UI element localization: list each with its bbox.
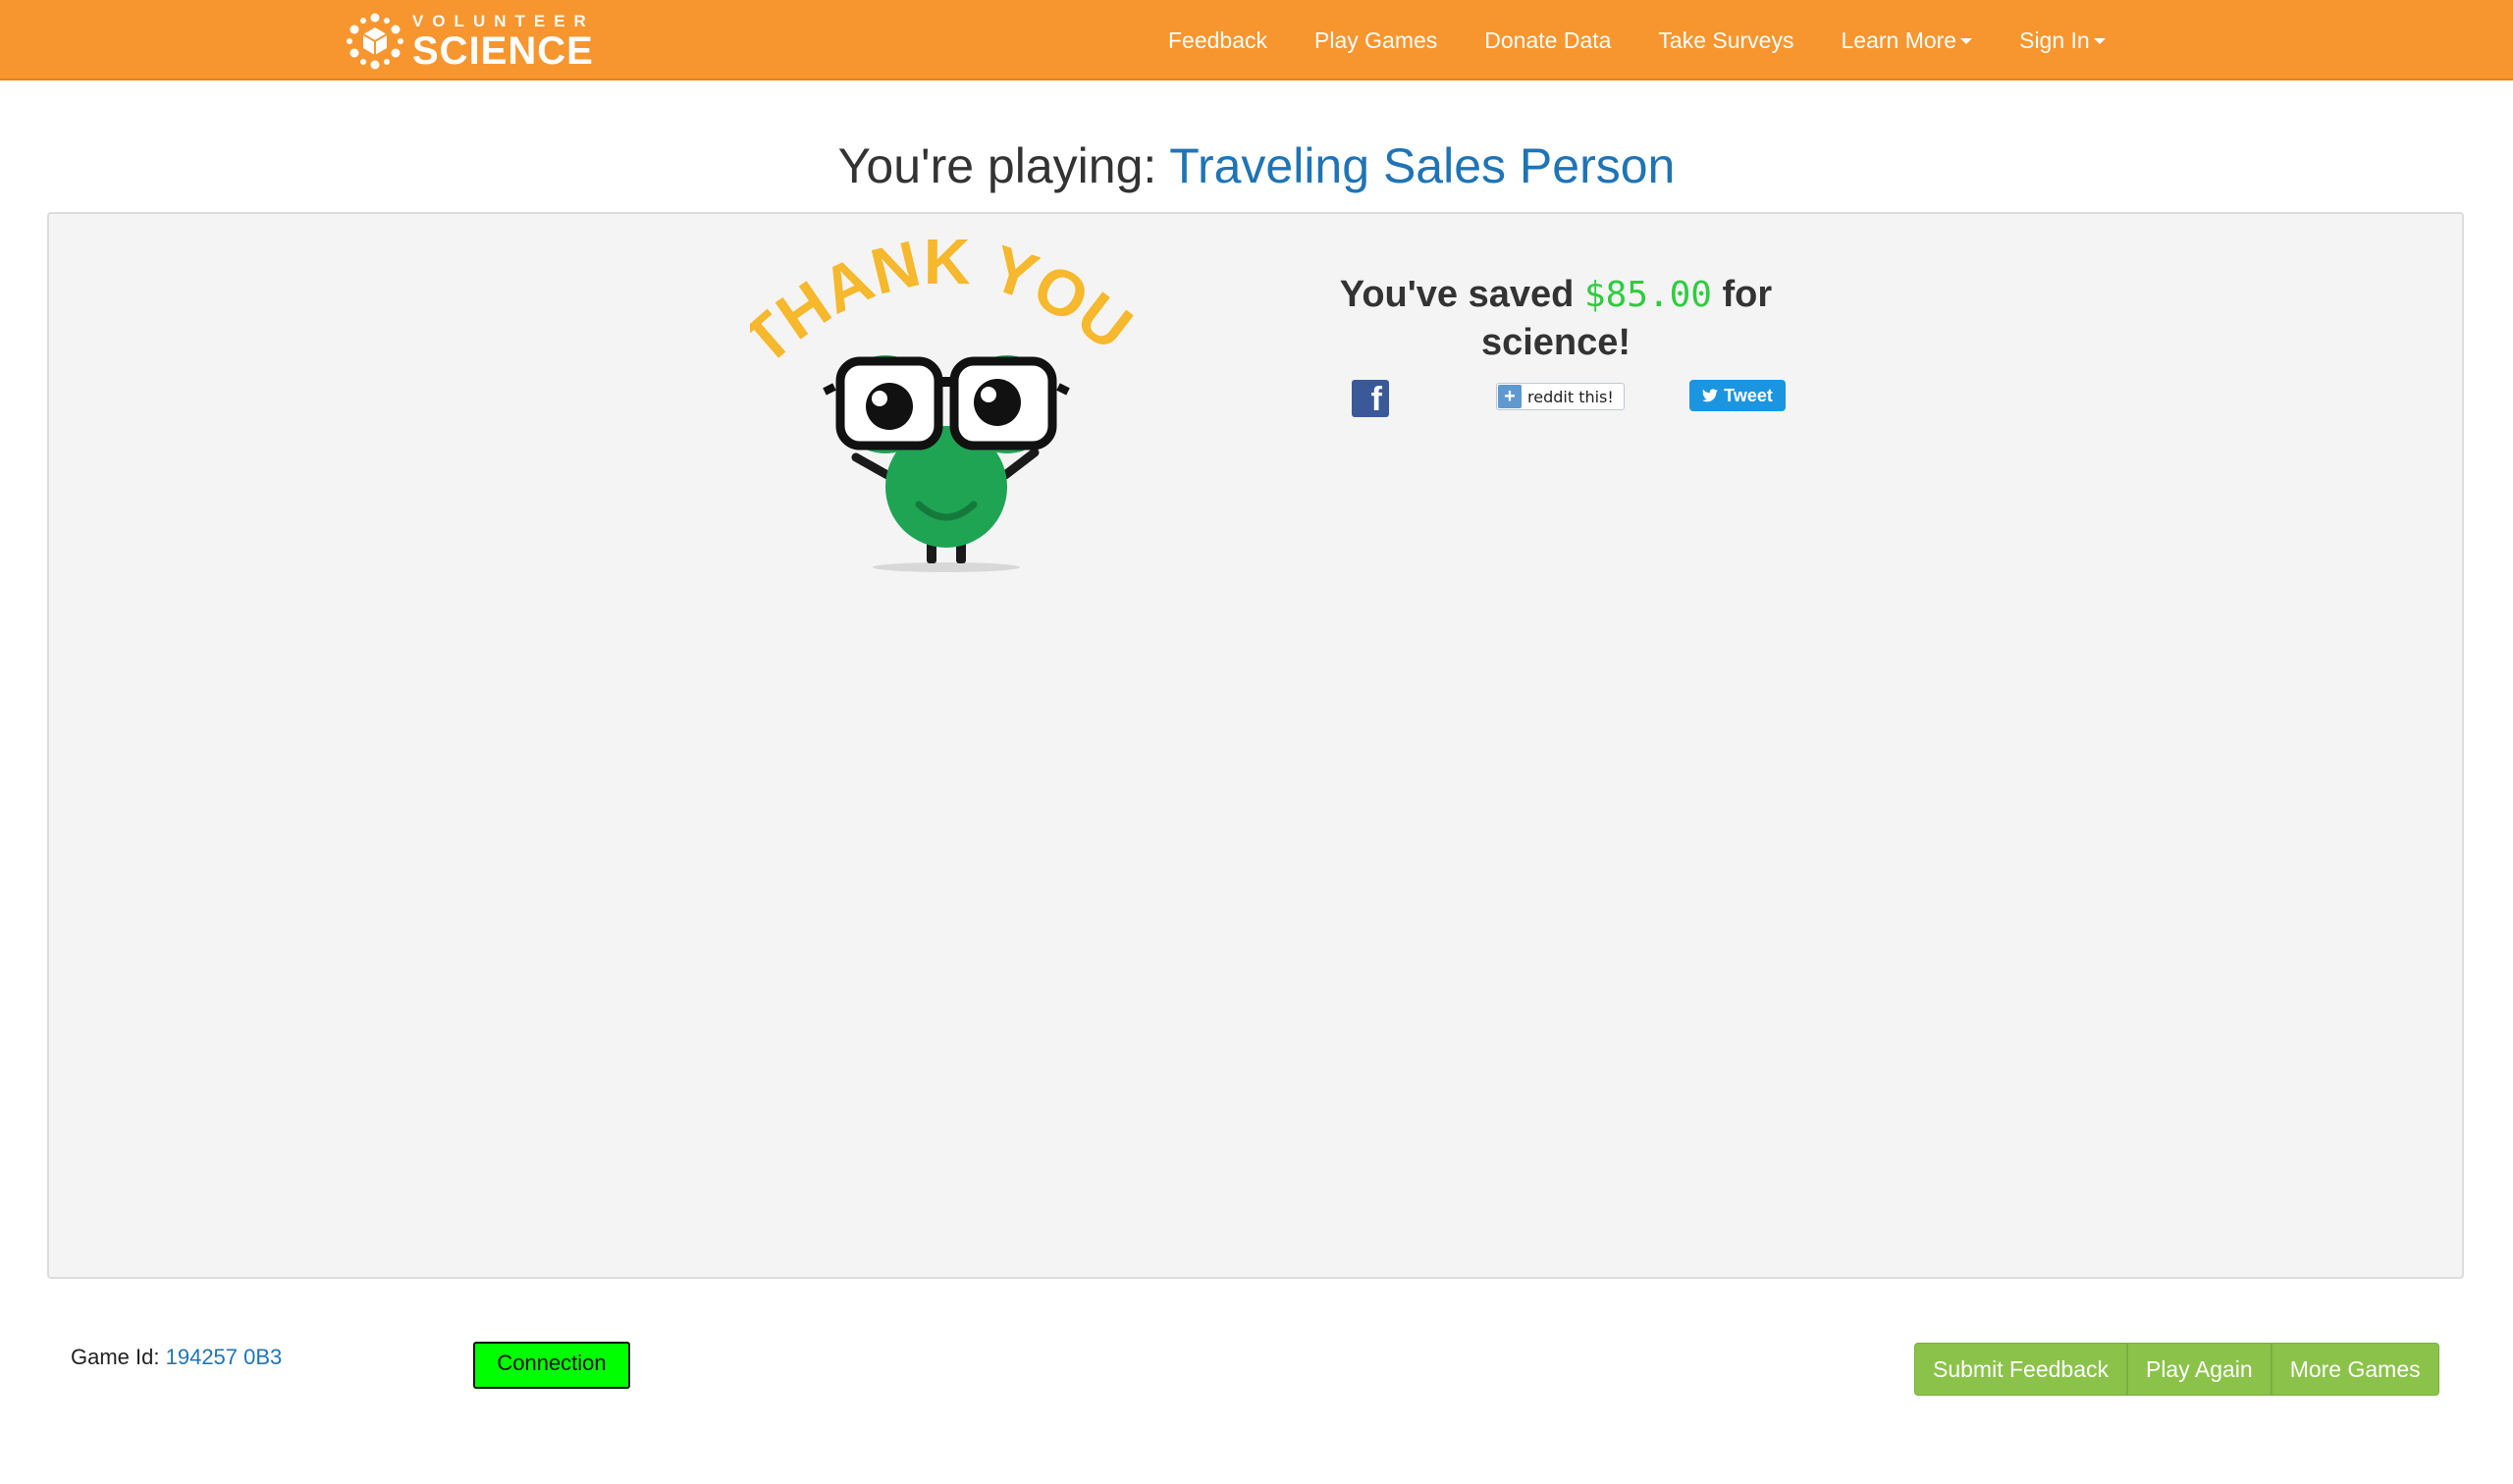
action-button-group: Submit Feedback Play Again More Games: [1914, 1343, 2439, 1396]
game-panel: [47, 212, 2464, 1279]
submit-feedback-button[interactable]: Submit Feedback: [1914, 1343, 2127, 1396]
nav-take-surveys[interactable]: Take Surveys: [1658, 27, 1793, 54]
game-id-label: Game Id:: [71, 1345, 160, 1369]
nav-feedback[interactable]: Feedback: [1168, 27, 1267, 54]
savings-amount: $85.00: [1583, 275, 1712, 315]
page-title-prefix: You're playing:: [837, 138, 1157, 193]
twitter-bird-icon: [1702, 389, 1719, 402]
brand-top-text: VOLUNTEER: [412, 11, 595, 30]
svg-text:THANK YOU!: THANK YOU!: [750, 239, 1143, 378]
tweet-label: Tweet: [1724, 385, 1773, 405]
thank-you-mascot-image: THANK YOU!: [750, 239, 1143, 572]
main-nav: Feedback Play Games Donate Data Take Sur…: [1168, 0, 2153, 80]
savings-text-before: You've saved: [1339, 274, 1575, 315]
thank-you-banner-text: THANK YOU!: [750, 239, 1143, 378]
nav-sign-in-dropdown[interactable]: Sign In: [2019, 27, 2106, 54]
facebook-icon: f: [1370, 381, 1382, 418]
savings-message: You've saved $85.00 for science!: [1306, 271, 1806, 366]
reddit-share-button[interactable]: + reddit this!: [1496, 383, 1625, 410]
caret-down-icon: [2093, 38, 2106, 45]
brand-wordmark: VOLUNTEER SCIENCE: [412, 13, 595, 71]
nav-learn-more-label: Learn More: [1841, 26, 1957, 53]
reddit-plus-icon: +: [1498, 385, 1522, 408]
tweet-button[interactable]: Tweet: [1689, 380, 1786, 411]
brand-home-link[interactable]: VOLUNTEER SCIENCE: [344, 10, 595, 73]
volunteer-science-logo-icon: [347, 13, 403, 70]
play-again-button[interactable]: Play Again: [2126, 1343, 2272, 1396]
brand-main-text: SCIENCE: [412, 28, 594, 73]
nav-play-games[interactable]: Play Games: [1314, 27, 1437, 54]
nav-donate-data[interactable]: Donate Data: [1484, 27, 1611, 54]
nav-learn-more-dropdown[interactable]: Learn More: [1841, 26, 1973, 54]
reddit-share-label: reddit this!: [1527, 387, 1614, 406]
facebook-share-button[interactable]: f: [1352, 380, 1389, 418]
connection-status-badge: Connection: [473, 1342, 630, 1389]
game-id-value: 194257 0B3: [165, 1345, 283, 1369]
top-navbar: VOLUNTEER SCIENCE Feedback Play Games Do…: [0, 0, 2513, 80]
game-id: Game Id: 194257 0B3: [71, 1345, 282, 1370]
page-title: You're playing: Traveling Sales Person: [0, 137, 2513, 194]
game-title-link[interactable]: Traveling Sales Person: [1169, 138, 1675, 193]
nav-sign-in-label: Sign In: [2019, 26, 2090, 53]
more-games-button[interactable]: More Games: [2271, 1343, 2439, 1396]
caret-down-icon: [1960, 38, 1973, 45]
